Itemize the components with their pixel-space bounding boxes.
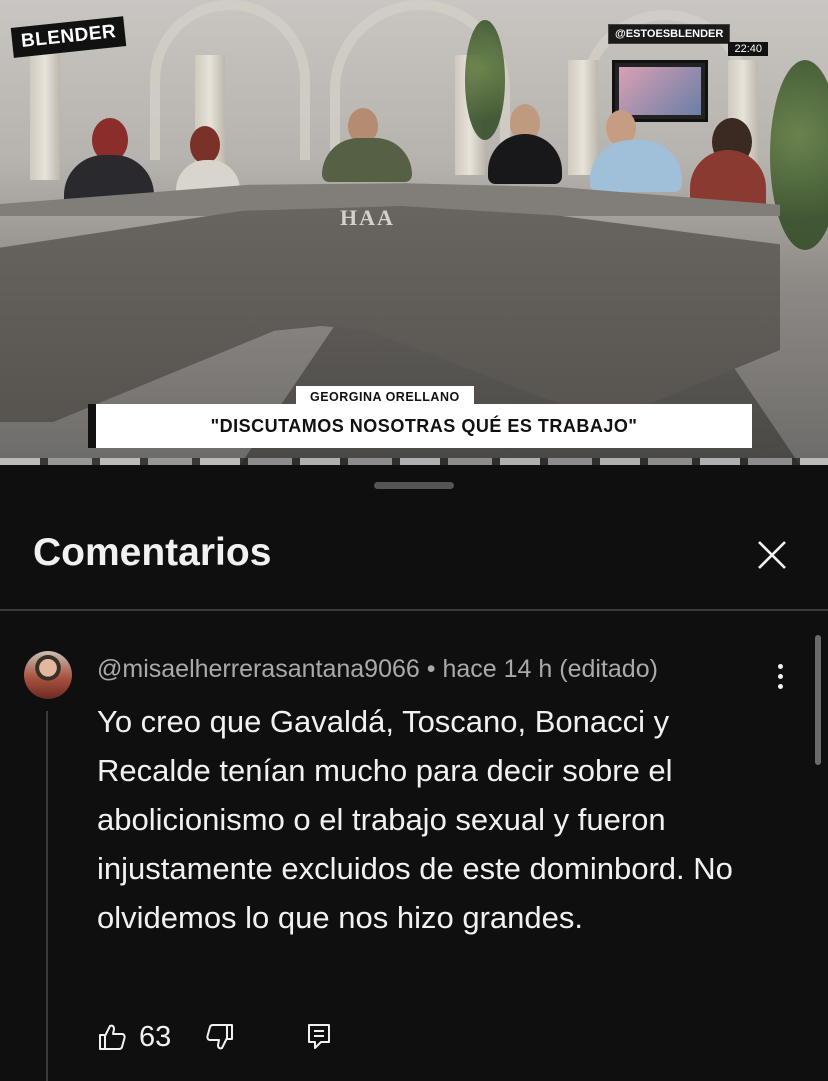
video-progress-strip [0,458,828,465]
edited-label: (editado) [559,655,658,683]
comment-time: hace 14 h [442,655,553,683]
background-column [30,40,60,180]
background-column [568,60,598,175]
decorative-plant [465,20,505,140]
scrollbar[interactable] [815,635,821,765]
comments-sheet: Comentarios @misaelherrerasantana9066 • … [0,465,828,1081]
avatar[interactable] [24,651,72,699]
close-icon [758,541,786,569]
channel-logo: BLENDER [10,16,127,58]
handle-badge: @ESTOESBLENDER 22:40 [608,24,792,56]
comment-meta: @misaelherrerasantana9066 • hace 14 h (e… [97,655,658,684]
more-options-button[interactable] [765,659,795,693]
thumbs-up-icon [99,1024,126,1050]
drag-handle[interactable] [374,482,454,489]
thread-line [46,711,48,1081]
channel-handle: @ESTOESBLENDER [608,24,731,44]
more-vert-icon [777,663,783,669]
sheet-title: Comentarios [33,531,272,574]
lower-third-quote: "DISCUTAMOS NOSOTRAS QUÉ ES TRABAJO" [88,404,752,448]
reply-icon [308,1024,331,1049]
reply-button[interactable] [305,1022,333,1052]
like-count: 63 [139,1020,172,1053]
clock: 22:40 [728,42,768,56]
meta-separator: • [426,655,436,683]
like-button[interactable]: 63 [97,1021,205,1054]
set-sign: HAA [340,205,395,230]
divider [0,609,828,611]
panelist-head [190,126,220,164]
video-player[interactable]: HAA BLENDER @ESTOESBLENDER 22:40 GEORGIN… [0,0,828,465]
dislike-button[interactable] [205,1022,235,1052]
decorative-plant [770,60,828,250]
close-button[interactable] [748,531,796,579]
background-arch [150,0,310,160]
comment-actions: 63 [97,1017,333,1057]
comment-text: Yo creo que Gavaldá, Toscano, Bonacci y … [97,704,733,935]
comment-author[interactable]: @misaelherrerasantana9066 [97,655,420,683]
thumbs-down-icon [206,1024,234,1050]
